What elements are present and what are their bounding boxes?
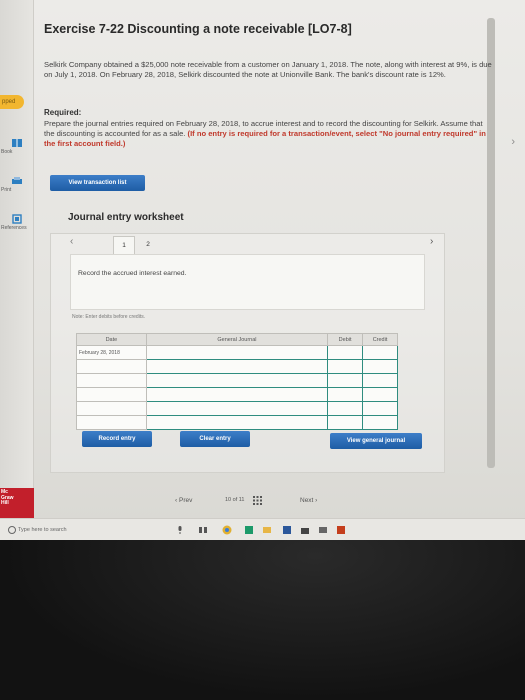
journal-table: Date General Journal Debit Credit Februa… <box>76 333 398 430</box>
debit-field[interactable] <box>327 401 364 416</box>
rail-item-label: Print <box>1 187 12 193</box>
debit-field[interactable] <box>327 373 364 388</box>
table-row: February 28, 2018 <box>76 345 398 360</box>
journal-header-row: Date General Journal Debit Credit <box>76 333 398 346</box>
account-field[interactable] <box>145 415 329 430</box>
table-row <box>76 415 398 430</box>
view-transaction-list-button[interactable]: View transaction list <box>50 175 145 191</box>
screen: pped Book Print References › Exercise 7-… <box>0 0 525 540</box>
next-link[interactable]: Next › <box>300 497 317 504</box>
date-cell[interactable] <box>76 415 147 430</box>
microphone-icon[interactable] <box>175 525 185 535</box>
credit-field[interactable] <box>362 345 398 360</box>
credit-field[interactable] <box>362 415 398 430</box>
page-of: of <box>232 497 238 503</box>
word-icon[interactable] <box>282 525 292 535</box>
table-row <box>76 359 398 374</box>
credit-field[interactable] <box>362 401 398 416</box>
monitor-bezel <box>0 540 525 700</box>
date-cell[interactable] <box>76 373 147 388</box>
right-chevron-icon[interactable]: › <box>511 136 515 148</box>
chevron-left-icon[interactable]: ‹ <box>70 236 73 247</box>
logo-line: Hill <box>1 500 9 506</box>
clear-entry-button[interactable]: Clear entry <box>180 431 250 447</box>
instruction-text: Record the accrued interest earned. <box>78 270 187 277</box>
worksheet-tab-1[interactable]: 1 <box>113 236 135 254</box>
credit-field[interactable] <box>362 359 398 374</box>
account-field[interactable] <box>145 359 329 374</box>
account-header: General Journal <box>145 333 329 346</box>
date-cell[interactable] <box>76 401 147 416</box>
page-total: 11 <box>238 497 245 503</box>
left-rail: pped Book Print References <box>0 0 34 510</box>
worksheet-title: Journal entry worksheet <box>68 212 184 223</box>
date-cell[interactable]: February 28, 2018 <box>76 345 147 360</box>
record-entry-button[interactable]: Record entry <box>82 431 152 447</box>
chevron-right-icon[interactable]: › <box>430 236 433 247</box>
prev-link[interactable]: ‹ Prev <box>175 497 192 504</box>
references-icon <box>12 214 22 224</box>
credit-field[interactable] <box>362 373 398 388</box>
instruction-box <box>70 254 425 310</box>
credit-header: Credit <box>362 333 398 346</box>
rail-item-references[interactable]: References <box>0 214 34 231</box>
debits-note: Note: Enter debits before credits. <box>72 314 146 320</box>
rail-badge: pped <box>0 95 24 109</box>
rail-item-print[interactable]: Print <box>0 176 34 193</box>
book-icon <box>12 139 22 147</box>
date-header: Date <box>76 333 147 346</box>
worksheet-tab-2[interactable]: 2 <box>137 236 159 254</box>
files-icon[interactable] <box>262 525 272 535</box>
page-current: 10 <box>225 497 232 503</box>
table-row <box>76 401 398 416</box>
account-field[interactable] <box>145 373 329 388</box>
account-field[interactable] <box>145 345 329 360</box>
debit-field[interactable] <box>327 359 364 374</box>
required-heading: Required: <box>44 108 82 117</box>
rail-item-book[interactable]: Book <box>0 138 34 155</box>
date-cell[interactable] <box>76 359 147 374</box>
rail-item-label: References <box>1 225 27 231</box>
exercise-title: Exercise 7-22 Discounting a note receiva… <box>44 22 352 36</box>
account-field[interactable] <box>145 387 329 402</box>
debit-field[interactable] <box>327 387 364 402</box>
taskbar: Type here to search <box>0 518 525 540</box>
problem-text: Selkirk Company obtained a $25,000 note … <box>44 60 492 80</box>
debit-header: Debit <box>327 333 364 346</box>
grid-icon[interactable] <box>253 496 262 505</box>
powerpoint-icon[interactable] <box>336 525 346 535</box>
taskbar-search[interactable]: Type here to search <box>6 523 156 537</box>
mail-icon[interactable] <box>318 525 328 535</box>
task-view-icon[interactable] <box>198 525 208 535</box>
view-general-journal-button[interactable]: View general journal <box>330 433 422 449</box>
pager: ‹ Prev 10 of 11 Next › <box>175 496 375 509</box>
table-row <box>76 387 398 402</box>
debit-field[interactable] <box>327 345 364 360</box>
credit-field[interactable] <box>362 387 398 402</box>
next-label: Next <box>300 497 314 504</box>
account-field[interactable] <box>145 401 329 416</box>
debit-field[interactable] <box>327 415 364 430</box>
rail-item-label: Book <box>1 149 13 155</box>
date-cell[interactable] <box>76 387 147 402</box>
page-counter: 10 of 11 <box>225 497 245 503</box>
chrome-icon[interactable] <box>222 525 232 535</box>
required-text: Prepare the journal entries required on … <box>44 119 494 150</box>
prev-label: Prev <box>178 497 193 504</box>
mcgraw-hill-logo: Mc Graw Hill <box>0 488 34 518</box>
store-icon[interactable] <box>300 525 310 535</box>
table-row <box>76 373 398 388</box>
scrollbar[interactable] <box>487 18 495 468</box>
app-icon[interactable] <box>244 525 254 535</box>
print-icon <box>12 177 22 184</box>
